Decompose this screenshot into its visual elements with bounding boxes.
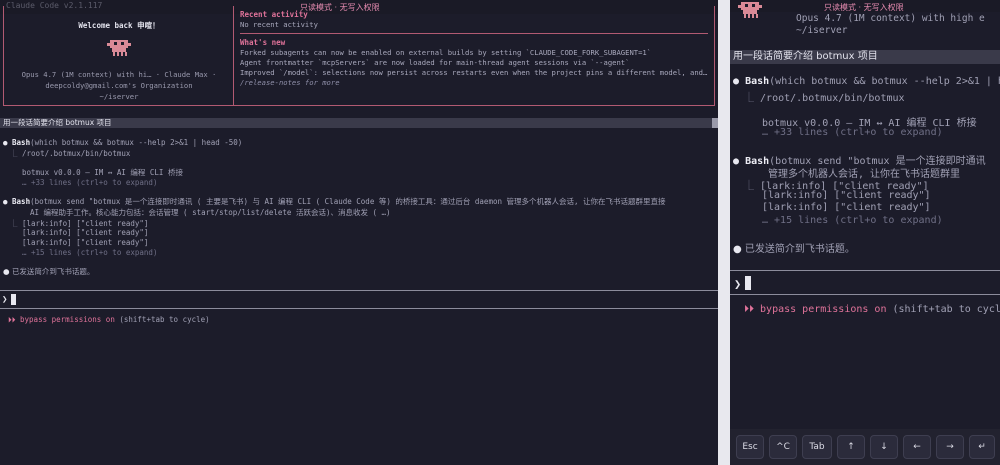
input-top-rule: [730, 270, 1000, 271]
key-enter-icon[interactable]: ↵: [969, 435, 995, 459]
tool-call-bash-2[interactable]: ● Bash(botmux send "botmux 是一个连接即时通讯 ( 主…: [3, 196, 666, 207]
permission-mode[interactable]: ⏵⏵ bypass permissions on (shift+tab to c…: [744, 304, 1000, 315]
text-cursor[interactable]: [745, 276, 751, 290]
tool-output-path: ⎿ /root/.botmux/bin/botmux: [744, 93, 905, 104]
user-prompt-text: 用一段话简要介绍 botmux 项目: [733, 51, 878, 62]
fast-forward-icon: ⏵⏵: [8, 315, 16, 324]
prompt-symbol: ❯: [2, 295, 8, 305]
bullet-icon: ●: [3, 267, 10, 276]
tool-output-path: ⎿ /root/.botmux/bin/botmux: [10, 149, 131, 158]
whats-new-item: Improved `/model`: selections now persis…: [240, 68, 708, 77]
permission-mode[interactable]: ⏵⏵ bypass permissions on (shift+tab to c…: [8, 315, 210, 325]
welcome-separator: [240, 33, 708, 34]
mascot-icon: [738, 2, 762, 18]
input-bottom-rule: [730, 294, 1000, 295]
expand-hint[interactable]: … +15 lines (ctrl+o to expand): [762, 215, 943, 226]
tool-output-line: [lark:info] ["client ready"]: [762, 202, 931, 213]
key-right-arrow-icon[interactable]: →: [936, 435, 964, 459]
left-terminal-pane[interactable]: Claude Code v2.1.117 只读模式 · 无写入权限 Welcom…: [0, 0, 718, 465]
welcome-left-column: Welcome back 申喧！ Opus 4.7 (1M context) w…: [4, 6, 234, 105]
tool-name: Bash: [745, 76, 770, 87]
recent-activity-empty: No recent activity: [240, 20, 318, 29]
welcome-cwd: ~/iserver: [99, 92, 139, 101]
welcome-org-line: deepcoldy@gmail.com's Organization: [45, 81, 193, 90]
key-esc[interactable]: Esc: [736, 435, 764, 459]
tree-corner-icon: ⎿: [10, 149, 18, 158]
tool-name: Bash: [12, 197, 31, 206]
permission-mode-label: bypass permissions on: [760, 304, 887, 315]
release-notes-link[interactable]: /release-notes for more: [240, 78, 708, 88]
tool-output-version: botmux v0.0.0 — IM ↔ AI 编程 CLI 桥接: [22, 168, 183, 177]
tool-output-line: [lark:info] ["client ready"]: [22, 238, 149, 247]
tool-name: Bash: [745, 156, 770, 167]
right-topbar: 只读模式 · 无写入权限: [730, 0, 1000, 12]
welcome-box: Welcome back 申喧！ Opus 4.7 (1M context) w…: [3, 6, 715, 106]
tool-output-line: [lark:info] ["client ready"]: [22, 228, 149, 237]
welcome-title: Welcome back 申喧！: [78, 21, 160, 30]
input-top-rule: [0, 290, 718, 291]
tool-args: (which botmux && botmux --help 2>&1 | h: [769, 76, 1000, 87]
bullet-icon: ●: [733, 76, 740, 87]
welcome-model-line: Opus 4.7 (1M context) with hi… · Claude …: [21, 70, 217, 79]
user-prompt-text: 用一段话简要介绍 botmux 项目: [3, 118, 112, 127]
permission-mode-hint: (shift+tab to cycle): [119, 315, 210, 324]
permission-mode-hint: (shift+tab to cycl: [892, 304, 1000, 315]
whats-new-item: Forked subagents can now be enabled on e…: [240, 48, 652, 57]
whats-new-heading: What's new: [240, 38, 286, 47]
text-cursor[interactable]: [11, 294, 16, 305]
right-terminal-pane[interactable]: 只读模式 · 无写入权限 Opus 4.7 (1M context) with …: [730, 0, 1000, 465]
tool-output-line: [lark:info] ["client ready"]: [762, 190, 931, 201]
bullet-icon: ●: [3, 138, 8, 147]
assistant-message: ● 已发送简介到飞书话题。: [3, 267, 95, 276]
tool-args: (which botmux && botmux --help 2>&1 | he…: [30, 138, 243, 147]
user-prompt-bar: 用一段话简要介绍 botmux 项目: [0, 118, 718, 128]
key-up-arrow-icon[interactable]: ↑: [837, 435, 865, 459]
fast-forward-icon: ⏵⏵: [744, 304, 754, 315]
key-tab[interactable]: Tab: [802, 435, 832, 459]
whats-new-item: Agent frontmatter `mcpServers` are now l…: [240, 58, 630, 67]
right-cwd: ~/iserver: [796, 25, 848, 36]
split-divider[interactable]: [718, 0, 730, 465]
permission-mode-label: bypass permissions on: [20, 315, 115, 324]
bullet-icon: ●: [733, 156, 740, 167]
tree-corner-icon: ⎿: [10, 219, 18, 228]
expand-hint[interactable]: … +33 lines (ctrl+o to expand): [762, 127, 943, 138]
recent-activity-heading: Recent activity: [240, 10, 308, 19]
bullet-icon: ●: [733, 244, 742, 255]
tool-args-continued: AI 编程助手工作。核心能力包括：会话管理 ( start/stop/list/…: [30, 208, 391, 217]
key-down-arrow-icon[interactable]: ↓: [870, 435, 898, 459]
user-prompt-bar: 用一段话简要介绍 botmux 项目: [730, 50, 1000, 64]
tool-args: (botmux send "botmux 是一个连接即时通讯 ( 主要是飞书) …: [30, 197, 666, 206]
key-left-arrow-icon[interactable]: ←: [903, 435, 931, 459]
key-ctrl-c[interactable]: ^C: [769, 435, 797, 459]
right-model-line: Opus 4.7 (1M context) with high e: [796, 13, 985, 24]
expand-hint[interactable]: … +33 lines (ctrl+o to expand): [22, 178, 157, 187]
prompt-symbol: ❯: [734, 277, 742, 291]
tree-corner-icon: ⎿: [744, 93, 754, 104]
mascot-icon: [107, 40, 131, 56]
right-readonly-banner: 只读模式 · 无写入权限: [824, 3, 904, 12]
welcome-right-column: Recent activity No recent activity What'…: [234, 6, 714, 105]
tool-call-bash-1[interactable]: ● Bash(which botmux && botmux --help 2>&…: [733, 76, 1000, 87]
tool-call-bash-1[interactable]: ● Bash(which botmux && botmux --help 2>&…: [3, 138, 242, 147]
virtual-keyboard-bar: Esc ^C Tab ↑ ↓ ← → ↵: [730, 429, 1000, 465]
tool-name: Bash: [12, 138, 31, 147]
assistant-message: ● 已发送简介到飞书话题。: [733, 244, 855, 255]
expand-hint[interactable]: … +15 lines (ctrl+o to expand): [22, 248, 157, 257]
input-bottom-rule: [0, 308, 718, 309]
tree-corner-icon: ⎿: [744, 181, 754, 192]
bullet-icon: ●: [3, 197, 8, 206]
